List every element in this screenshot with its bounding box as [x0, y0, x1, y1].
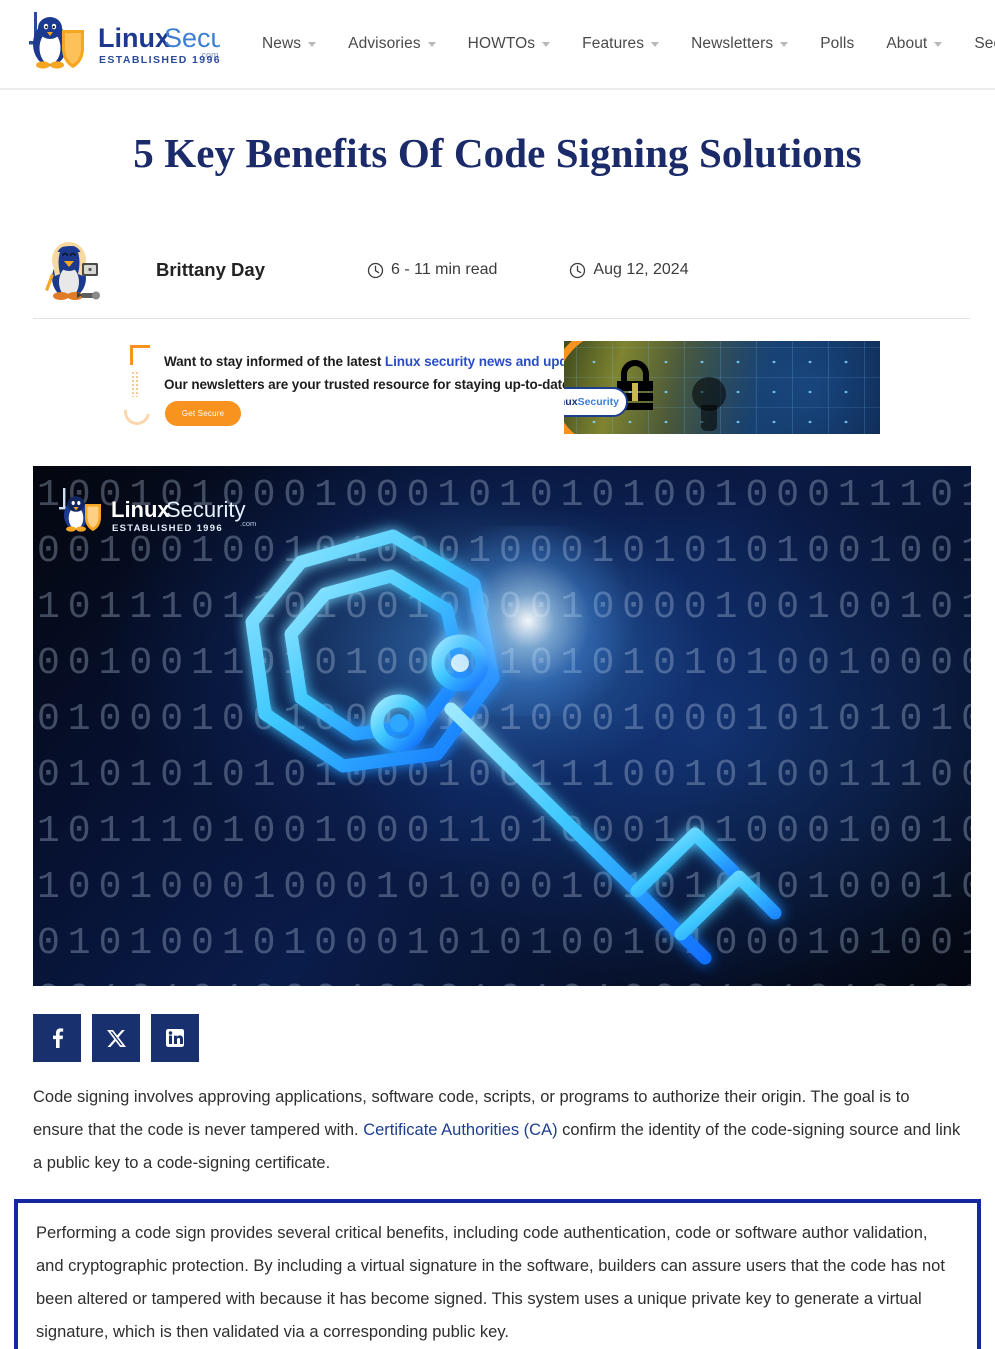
- nav-item-howtos[interactable]: HOWTOs: [467, 35, 551, 53]
- get-secure-button[interactable]: Get Secure: [165, 401, 241, 427]
- highlighted-callout-box: Performing a code sign provides several …: [14, 1199, 981, 1349]
- chevron-down-icon: [542, 41, 551, 47]
- nav-item-about[interactable]: About: [886, 35, 943, 53]
- author-name: Brittany Day: [156, 259, 265, 281]
- share-linkedin-button[interactable]: [151, 1014, 199, 1063]
- crescent-decoration: [122, 393, 156, 431]
- nav-item-news[interactable]: News: [262, 35, 317, 53]
- promo-left-panel: Want to stay informed of the latest Linu…: [122, 341, 602, 434]
- social-share-row: [33, 1014, 995, 1063]
- x-twitter-icon: [106, 1029, 126, 1047]
- main-navigation: News Advisories HOWTOs Features Newslett…: [262, 35, 995, 53]
- nav-item-newsletters[interactable]: Newsletters: [691, 35, 789, 53]
- site-logo[interactable]: Linux Security .com ESTABLISHED 1996: [14, 10, 220, 78]
- promo-headline-line2: Our newsletters are your trusted resourc…: [164, 377, 574, 393]
- share-facebook-button[interactable]: [33, 1014, 81, 1063]
- promo-headline-line1: Want to stay informed of the latest Linu…: [164, 354, 602, 369]
- newsletter-promo-banner[interactable]: Want to stay informed of the latest Linu…: [122, 341, 880, 435]
- share-x-button[interactable]: [92, 1014, 140, 1063]
- dot-grid-decoration: [131, 371, 138, 398]
- nav-item-security[interactable]: Security: [974, 35, 995, 53]
- clock-icon: [570, 262, 586, 278]
- hero-watermark-tagline: ESTABLISHED 1996: [112, 523, 223, 534]
- article-byline: Brittany Day 6 - 11 min read Aug 12, 202…: [0, 234, 995, 306]
- publish-date-label: Aug 12, 2024: [593, 261, 689, 279]
- hero-watermark-tld: .com: [240, 519, 256, 528]
- logo-tagline: ESTABLISHED 1996: [99, 54, 220, 66]
- nav-item-advisories[interactable]: Advisories: [348, 35, 436, 53]
- hero-watermark-linux: Linux: [111, 497, 170, 522]
- nav-label: About: [886, 35, 928, 52]
- chevron-down-icon: [780, 41, 789, 47]
- article-hero-image: 1001010001000101010100100011101 00100100…: [33, 466, 971, 987]
- callout-text: Performing a code sign provides several …: [36, 1224, 945, 1342]
- nav-label: News: [262, 35, 302, 52]
- chevron-down-icon: [308, 41, 317, 47]
- promo-headline-text: Want to stay informed of the latest: [164, 354, 385, 370]
- nav-label: HOWTOs: [467, 35, 536, 52]
- linkedin-icon: [166, 1029, 184, 1048]
- page-title: 5 Key Benefits Of Code Signing Solutions: [133, 130, 862, 176]
- logo-text-security: Security: [164, 23, 220, 53]
- author-avatar: [45, 242, 100, 301]
- publish-date: Aug 12, 2024: [569, 261, 689, 279]
- logo-text-linux: Linux: [98, 23, 170, 53]
- read-time: 6 - 11 min read: [367, 261, 497, 279]
- nav-item-features[interactable]: Features: [582, 35, 660, 53]
- nav-item-polls[interactable]: Polls: [820, 35, 854, 53]
- nav-label: Advisories: [348, 35, 421, 52]
- certificate-authorities-link[interactable]: Certificate Authorities (CA): [363, 1121, 557, 1139]
- article-paragraph-1: Code signing involves approving applicat…: [33, 1081, 962, 1180]
- chevron-down-icon: [934, 41, 943, 47]
- promo-badge-label: LinuxSecurity: [564, 396, 619, 409]
- promo-right-image: LinuxSecurity: [564, 341, 880, 435]
- nav-label: Polls: [820, 35, 855, 52]
- hero-watermark-logo: Linux Security .com ESTABLISHED 1996: [59, 488, 256, 534]
- corner-bracket-decoration: [130, 345, 150, 366]
- nav-label: Features: [582, 35, 645, 52]
- facebook-icon: [53, 1028, 64, 1049]
- digital-key-graphic: [245, 529, 782, 965]
- read-time-label: 6 - 11 min read: [390, 261, 498, 279]
- linuxsecurity-logo-icon: Linux Security .com ESTABLISHED 1996: [29, 12, 220, 69]
- keyhole-silhouette: [692, 377, 726, 432]
- nav-label: Newsletters: [691, 35, 774, 52]
- chevron-down-icon: [651, 41, 660, 47]
- chevron-down-icon: [427, 41, 436, 47]
- clock-icon: [367, 262, 384, 278]
- hero-watermark-security: Security: [166, 497, 245, 522]
- byline-divider: [33, 318, 970, 320]
- nav-label: Security: [974, 35, 995, 52]
- promo-logo-badge: LinuxSecurity: [564, 387, 628, 418]
- site-header: Linux Security .com ESTABLISHED 1996 New…: [0, 0, 995, 90]
